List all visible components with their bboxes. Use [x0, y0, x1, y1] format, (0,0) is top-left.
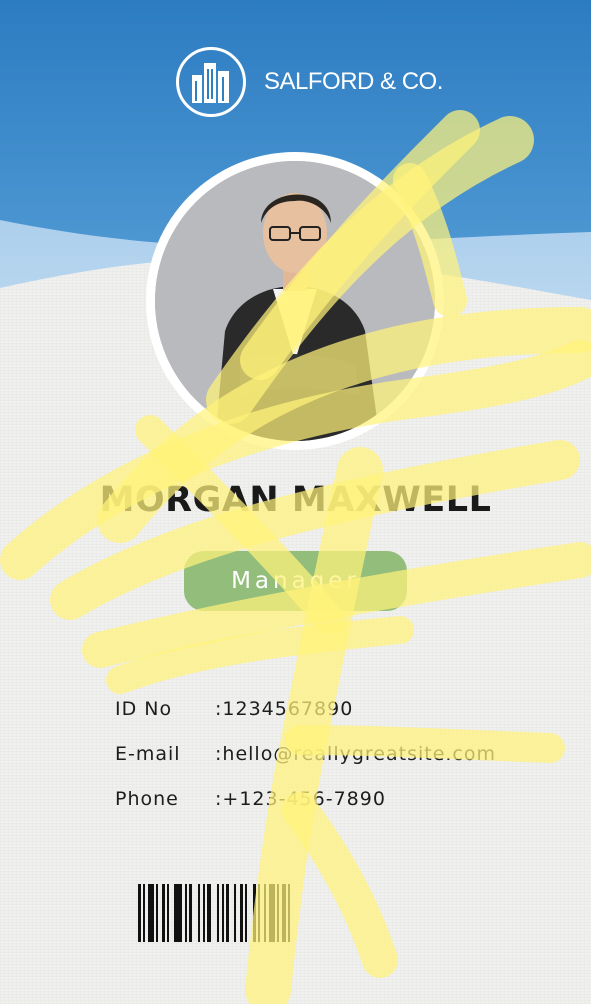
detail-label: Phone	[115, 787, 179, 810]
role-badge: Manager	[184, 551, 407, 611]
detail-label: E-mail	[115, 742, 181, 765]
company-name: SALFORD & CO.	[264, 68, 443, 95]
detail-row-phone: Phone :+123-456-7890	[115, 776, 496, 821]
buildings-icon	[176, 47, 246, 117]
employee-photo	[155, 161, 435, 441]
detail-value: :+123-456-7890	[215, 787, 386, 810]
detail-value: :1234567890	[215, 697, 354, 720]
detail-row-email: E-mail :hello@reallygreatsite.com	[115, 731, 496, 776]
company-brand: SALFORD & CO.	[176, 46, 443, 118]
person-portrait	[155, 161, 435, 441]
detail-row-id: ID No :1234567890	[115, 686, 496, 731]
barcode-icon	[138, 884, 290, 942]
id-card: SALFORD & CO. MORGAN MAXWELL Manager ID …	[0, 0, 591, 1004]
detail-label: ID No	[115, 697, 173, 720]
detail-value: :hello@reallygreatsite.com	[215, 742, 497, 765]
employee-role: Manager	[231, 568, 360, 594]
employee-details: ID No :1234567890 E-mail :hello@reallygr…	[115, 686, 496, 821]
employee-name: MORGAN MAXWELL	[99, 480, 492, 520]
